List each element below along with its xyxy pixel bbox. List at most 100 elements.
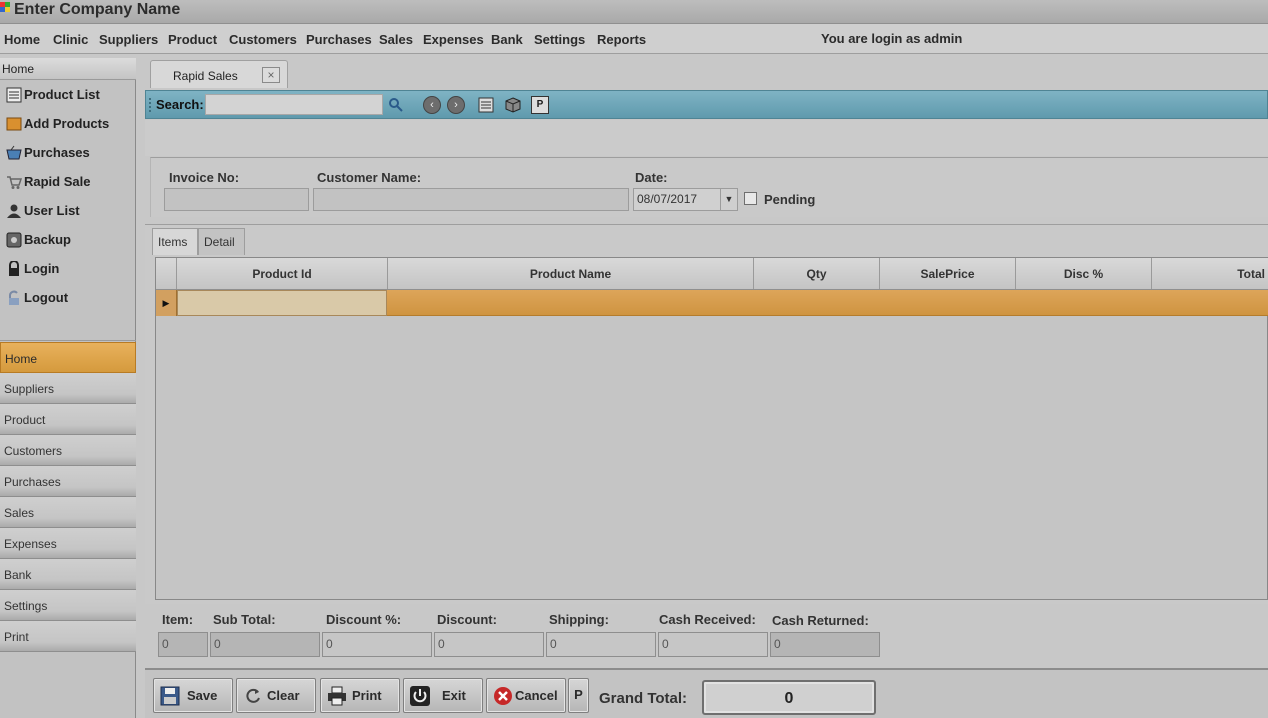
- sidebar-item-label: Product List: [24, 87, 100, 102]
- date-label: Date:: [635, 170, 668, 185]
- sidebar-item-label: Backup: [24, 232, 71, 247]
- item-count-field: 0: [158, 632, 208, 657]
- panel-settings[interactable]: Settings: [0, 590, 136, 621]
- close-icon[interactable]: ×: [262, 67, 280, 83]
- grand-total-label: Grand Total:: [599, 690, 688, 707]
- panel-home[interactable]: Home: [0, 342, 136, 373]
- panel-customers[interactable]: Customers: [0, 435, 136, 466]
- basket-icon: [6, 145, 22, 160]
- cancel-label: Cancel: [515, 688, 558, 703]
- date-picker[interactable]: 08/07/2017 ▼: [633, 188, 738, 211]
- menu-settings[interactable]: Settings: [534, 32, 585, 47]
- list-view-icon[interactable]: [477, 96, 495, 114]
- list-icon: [6, 87, 22, 103]
- column-disc[interactable]: Disc %: [1016, 258, 1152, 289]
- panel-bank[interactable]: Bank: [0, 559, 136, 590]
- print-button[interactable]: Print: [320, 678, 400, 713]
- tab-items[interactable]: Items: [152, 228, 198, 255]
- menu-product[interactable]: Product: [168, 32, 217, 47]
- sidebar-item-backup[interactable]: Backup: [4, 229, 134, 251]
- column-product-name[interactable]: Product Name: [388, 258, 754, 289]
- sidebar-item-label: Add Products: [24, 116, 110, 131]
- column-total[interactable]: Total: [1152, 258, 1268, 289]
- discount-percent-field[interactable]: 0: [322, 632, 432, 657]
- row-selector-icon[interactable]: ▶: [156, 290, 177, 316]
- panel-expenses[interactable]: Expenses: [0, 528, 136, 559]
- cash-returned-label: Cash Returned:: [772, 613, 869, 628]
- menu-purchases[interactable]: Purchases: [306, 32, 372, 47]
- print-shortcut-button[interactable]: P: [531, 96, 549, 114]
- menu-customers[interactable]: Customers: [229, 32, 297, 47]
- print-label: Print: [352, 688, 382, 703]
- panel-suppliers[interactable]: Suppliers: [0, 373, 136, 404]
- toolbar-spacer: [145, 120, 1268, 156]
- column-product-id[interactable]: Product Id: [177, 258, 388, 289]
- sidebar-item-logout[interactable]: Logout: [4, 287, 134, 309]
- shipping-field[interactable]: 0: [546, 632, 656, 657]
- tab-detail[interactable]: Detail: [198, 228, 245, 255]
- items-grid: Product Id Product Name Qty SalePrice Di…: [155, 257, 1268, 600]
- exit-button[interactable]: Exit: [403, 678, 483, 713]
- discount-percent-label: Discount %:: [326, 612, 402, 627]
- column-qty[interactable]: Qty: [754, 258, 880, 289]
- pending-checkbox[interactable]: [744, 192, 757, 205]
- panel-print[interactable]: Print: [0, 621, 136, 652]
- search-input[interactable]: [205, 94, 383, 115]
- panel-purchases[interactable]: Purchases: [0, 466, 136, 497]
- clear-button[interactable]: Clear: [236, 678, 316, 713]
- discount-label: Discount:: [437, 612, 497, 627]
- menu-home[interactable]: Home: [4, 32, 40, 47]
- table-row[interactable]: ▶: [156, 290, 1268, 316]
- column-sale-price[interactable]: SalePrice: [880, 258, 1016, 289]
- sidebar-item-add-products[interactable]: Add Products: [4, 113, 134, 135]
- menu-bar: Home Clinic Suppliers Product Customers …: [0, 24, 1268, 54]
- toolbar-grip[interactable]: [149, 98, 151, 112]
- menu-reports[interactable]: Reports: [597, 32, 646, 47]
- sidebar-item-user-list[interactable]: User List: [4, 200, 134, 222]
- login-status: You are login as admin: [821, 31, 963, 46]
- cash-returned-field: 0: [770, 632, 880, 657]
- previous-icon[interactable]: ‹: [423, 96, 441, 114]
- sidebar-item-label: Rapid Sale: [24, 174, 91, 189]
- save-button[interactable]: Save: [153, 678, 233, 713]
- package-icon[interactable]: [504, 96, 522, 114]
- pending-label: Pending: [764, 192, 816, 207]
- sidebar-item-label: User List: [24, 203, 80, 218]
- search-icon[interactable]: [387, 96, 405, 114]
- sidebar-item-label: Purchases: [24, 145, 90, 160]
- user-icon: [7, 204, 21, 218]
- invoice-field[interactable]: [164, 188, 309, 211]
- box-icon: [6, 117, 22, 131]
- menu-expenses[interactable]: Expenses: [423, 32, 484, 47]
- menu-sales[interactable]: Sales: [379, 32, 413, 47]
- app-icon: [0, 2, 10, 14]
- discount-field[interactable]: 0: [434, 632, 544, 657]
- subtotal-field: 0: [210, 632, 320, 657]
- sidebar-item-purchases[interactable]: Purchases: [4, 142, 134, 164]
- sidebar-breadcrumb: Home: [0, 58, 136, 80]
- chevron-down-icon[interactable]: ▼: [720, 189, 737, 210]
- panel-product[interactable]: Product: [0, 404, 136, 435]
- cash-received-field[interactable]: 0: [658, 632, 768, 657]
- p-button[interactable]: P: [568, 678, 589, 713]
- title-bar: Enter Company Name: [0, 0, 1268, 24]
- sidebar-item-product-list[interactable]: Product List: [4, 84, 134, 106]
- unlock-icon: [9, 290, 19, 305]
- sidebar-item-label: Logout: [24, 290, 69, 305]
- sidebar: Home Product List Add Products Purchases…: [0, 58, 136, 718]
- product-id-cell[interactable]: [177, 290, 387, 316]
- next-icon[interactable]: ›: [447, 96, 465, 114]
- menu-clinic[interactable]: Clinic: [53, 32, 88, 47]
- cash-received-label: Cash Received:: [659, 612, 756, 627]
- shipping-label: Shipping:: [549, 612, 609, 627]
- sidebar-item-label: Login: [24, 261, 60, 276]
- sidebar-item-login[interactable]: Login: [4, 258, 134, 280]
- sidebar-item-rapid-sale[interactable]: Rapid Sale: [4, 171, 134, 193]
- panel-sales[interactable]: Sales: [0, 497, 136, 528]
- menu-suppliers[interactable]: Suppliers: [99, 32, 158, 47]
- customer-field[interactable]: [313, 188, 629, 211]
- cancel-button[interactable]: Cancel: [486, 678, 566, 713]
- menu-bank[interactable]: Bank: [491, 32, 523, 47]
- tab-rapid-sales[interactable]: Rapid Sales ×: [150, 60, 288, 88]
- search-toolbar: Search: ‹ › P: [145, 90, 1268, 119]
